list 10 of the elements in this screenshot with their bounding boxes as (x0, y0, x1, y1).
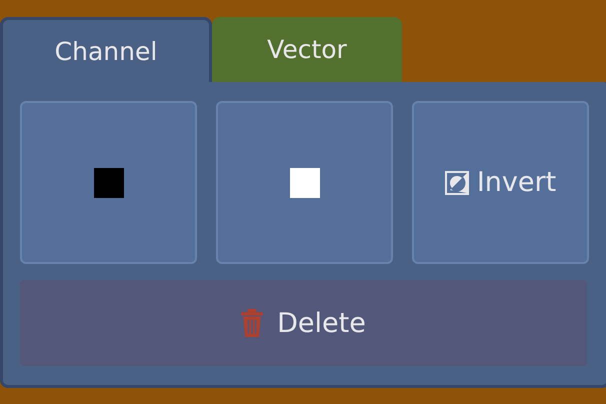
delete-button[interactable]: Delete (20, 280, 587, 366)
invert-button[interactable]: Invert (412, 101, 589, 264)
swatch-button[interactable] (20, 101, 197, 264)
trash-icon (241, 309, 264, 337)
tab[interactable]: Channel (0, 17, 212, 82)
tab[interactable]: Vector (212, 17, 402, 82)
invert-icon (444, 170, 469, 194)
swatch-button[interactable] (216, 101, 393, 264)
light-square-swatch (290, 168, 320, 198)
dark-square-swatch (94, 168, 124, 198)
